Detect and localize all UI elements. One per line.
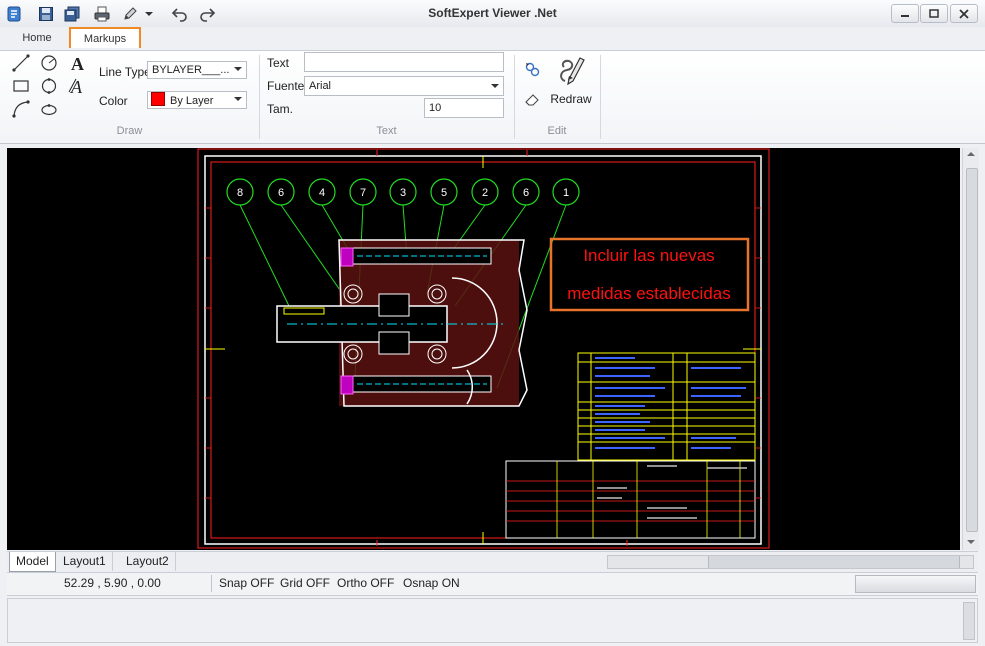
line-type-value: BYLAYER___... bbox=[152, 64, 230, 76]
eraser-icon[interactable] bbox=[522, 89, 542, 109]
balloon-number: 5 bbox=[441, 187, 447, 199]
line-type-select[interactable]: BYLAYER___... bbox=[147, 61, 247, 79]
markup-text-line-2: medidas establecidas bbox=[567, 284, 730, 303]
restore-icon bbox=[929, 8, 939, 18]
balloon-number: 8 bbox=[237, 187, 243, 199]
size-label: Tam. bbox=[267, 102, 294, 116]
ribbon: A A Line Type BYLAYER___... Color By Lay… bbox=[0, 50, 985, 144]
balloon-number: 6 bbox=[278, 187, 284, 199]
status-divider bbox=[211, 575, 212, 592]
ortho-toggle[interactable]: Ortho OFF bbox=[337, 576, 394, 590]
chevron-down-icon bbox=[234, 97, 242, 101]
close-button[interactable] bbox=[950, 4, 978, 23]
minimize-icon bbox=[901, 14, 909, 17]
text-label: Text bbox=[267, 56, 290, 70]
tab-layout1[interactable]: Layout1 bbox=[57, 552, 113, 571]
text-group-label: Text bbox=[376, 125, 397, 137]
balloon-number: 2 bbox=[482, 187, 488, 199]
minimize-button[interactable] bbox=[891, 4, 919, 23]
color-label: Color bbox=[99, 94, 128, 108]
close-icon bbox=[959, 8, 969, 19]
size-input[interactable]: 10 bbox=[424, 98, 504, 118]
balloon-number: 6 bbox=[523, 187, 529, 199]
edit-group-label: Edit bbox=[547, 125, 567, 137]
tab-markups[interactable]: Markups bbox=[69, 27, 141, 48]
redraw-icon bbox=[560, 57, 585, 86]
osnap-toggle[interactable]: Osnap ON bbox=[403, 576, 460, 590]
balloon-number: 3 bbox=[400, 187, 406, 199]
color-swatch bbox=[151, 92, 165, 106]
font-label: Fuente bbox=[267, 79, 305, 93]
text-input[interactable] bbox=[304, 52, 504, 72]
coordinates-readout: 52.29 , 5.90 , 0.00 bbox=[64, 576, 161, 590]
ellipse-tool-icon[interactable] bbox=[39, 99, 59, 119]
restore-button[interactable] bbox=[920, 4, 948, 23]
color-select[interactable]: By Layer bbox=[147, 91, 247, 109]
scroll-down-icon[interactable] bbox=[967, 540, 975, 544]
ribbon-tabs: Home Markups bbox=[0, 27, 985, 50]
line-type-label: Line Type bbox=[99, 65, 151, 79]
progress-bar bbox=[855, 575, 976, 593]
title-block bbox=[505, 460, 756, 539]
tab-model[interactable]: Model bbox=[9, 552, 56, 572]
line-tool-icon[interactable] bbox=[11, 53, 31, 73]
layout-bar: Model Layout1 Layout2 bbox=[7, 551, 978, 572]
scrollbar-thumb[interactable] bbox=[708, 556, 960, 568]
chevron-down-icon bbox=[491, 84, 499, 88]
balloon-number: 4 bbox=[319, 187, 325, 199]
draw-group-label: Draw bbox=[116, 125, 143, 137]
arc-tool-icon[interactable] bbox=[11, 99, 31, 119]
parts-list-table bbox=[577, 352, 756, 461]
group-divider bbox=[600, 55, 601, 139]
font-value: Arial bbox=[309, 80, 332, 92]
tab-home[interactable]: Home bbox=[12, 27, 62, 49]
color-value: By Layer bbox=[170, 95, 214, 107]
tab-layout2[interactable]: Layout2 bbox=[120, 552, 176, 571]
balloon-number: 1 bbox=[563, 187, 569, 199]
window-title: SoftExpert Viewer .Net bbox=[428, 6, 557, 20]
chevron-down-icon bbox=[234, 67, 242, 71]
bottom-panel bbox=[7, 598, 978, 643]
scroll-up-icon[interactable] bbox=[967, 152, 975, 156]
balloon-leader bbox=[280, 204, 343, 294]
cad-drawing: 864735261 Incluir las nuevas medidas est… bbox=[197, 148, 770, 549]
status-bar: 52.29 , 5.90 , 0.00 Snap OFF Grid OFF Or… bbox=[7, 572, 978, 596]
svg-text:A: A bbox=[71, 54, 84, 72]
drawing-canvas[interactable]: 864735261 Incluir las nuevas medidas est… bbox=[7, 148, 960, 550]
circle-tool-icon[interactable] bbox=[39, 76, 59, 96]
font-select[interactable]: Arial bbox=[304, 76, 504, 96]
select-markup-icon[interactable] bbox=[522, 59, 542, 79]
rectangle-tool-icon[interactable] bbox=[11, 76, 31, 96]
circle-radius-tool-icon[interactable] bbox=[39, 53, 59, 73]
grid-toggle[interactable]: Grid OFF bbox=[280, 576, 330, 590]
panel-scrollbar[interactable] bbox=[963, 602, 975, 640]
scrollbar-thumb[interactable] bbox=[966, 168, 978, 532]
horizontal-scrollbar[interactable] bbox=[607, 555, 974, 569]
title-bar: SoftExpert Viewer .Net bbox=[0, 0, 985, 28]
redraw-label: Redraw bbox=[550, 92, 592, 106]
balloon-number: 7 bbox=[360, 187, 366, 199]
balloon-leader bbox=[239, 204, 291, 309]
markup-text-line-1: Incluir las nuevas bbox=[583, 246, 714, 265]
vertical-scrollbar[interactable] bbox=[962, 148, 979, 550]
part-assembly bbox=[276, 239, 528, 407]
redraw-button[interactable]: Redraw bbox=[550, 53, 592, 107]
text-tool-icon[interactable]: A bbox=[68, 53, 88, 73]
snap-toggle[interactable]: Snap OFF bbox=[219, 576, 274, 590]
mtext-tool-icon[interactable]: A bbox=[68, 76, 88, 96]
